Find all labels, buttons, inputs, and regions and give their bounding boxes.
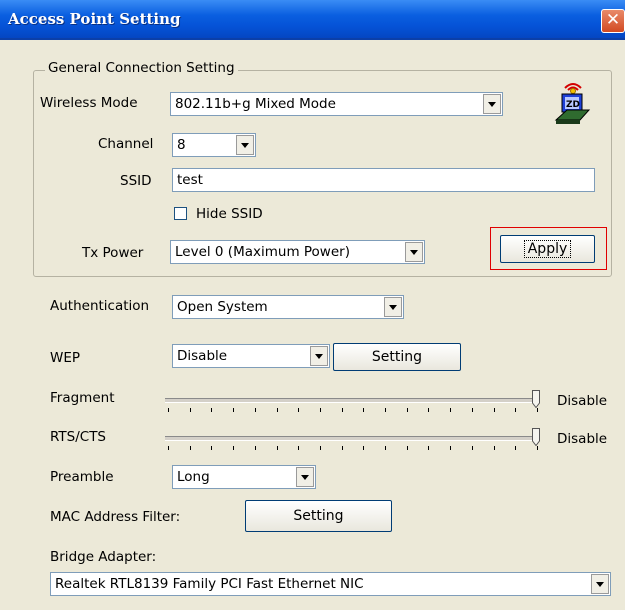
close-button[interactable]: ✕ [601, 9, 625, 33]
slider-tick [211, 408, 212, 412]
slider-tick [233, 408, 234, 412]
apply-button[interactable]: Apply [500, 235, 595, 263]
ssid-label: SSID [120, 173, 152, 189]
chevron-down-icon[interactable] [483, 94, 501, 114]
slider-tick [255, 408, 256, 412]
wireless-mode-label: Wireless Mode [40, 95, 138, 111]
chevron-down-icon[interactable] [591, 574, 609, 594]
rts-cts-label: RTS/CTS [50, 429, 107, 445]
authentication-value: Open System [177, 299, 268, 315]
tx-power-label: Tx Power [82, 245, 144, 261]
chevron-down-icon[interactable] [405, 242, 423, 262]
window-title: Access Point Setting [8, 10, 181, 28]
slider-tick [320, 446, 321, 450]
rts-cts-value-label: Disable [557, 431, 608, 447]
slider-tick [168, 408, 169, 412]
channel-label: Channel [98, 136, 154, 152]
slider-tick [168, 446, 169, 450]
ssid-value: test [177, 172, 203, 188]
slider-tick [515, 408, 516, 412]
slider-tick [320, 408, 321, 412]
tx-power-select[interactable]: Level 0 (Maximum Power) [170, 240, 425, 264]
svg-text:ZD: ZD [566, 100, 580, 110]
access-point-setting-dialog: Access Point Setting ✕ General Connectio… [0, 0, 625, 610]
rts-cts-slider-ticks [165, 446, 540, 450]
slider-tick [277, 446, 278, 450]
slider-tick [515, 446, 516, 450]
bridge-adapter-label: Bridge Adapter: [50, 549, 157, 565]
slider-tick [298, 446, 299, 450]
slider-tick [255, 446, 256, 450]
slider-tick [363, 408, 364, 412]
hide-ssid-checkbox[interactable] [174, 207, 187, 220]
hide-ssid-label: Hide SSID [196, 206, 263, 222]
rts-cts-slider-track[interactable] [165, 436, 540, 441]
wep-label: WEP [50, 350, 81, 366]
authentication-label: Authentication [50, 298, 150, 314]
tx-power-value: Level 0 (Maximum Power) [175, 244, 350, 260]
bridge-adapter-value: Realtek RTL8139 Family PCI Fast Ethernet… [55, 576, 364, 592]
apply-button-label: Apply [523, 240, 572, 258]
fragment-slider-track[interactable] [165, 398, 540, 403]
general-connection-group-label: General Connection Setting [45, 60, 238, 76]
slider-tick [537, 446, 538, 450]
fragment-value-label: Disable [557, 393, 608, 409]
wep-select[interactable]: Disable [172, 344, 330, 368]
fragment-label: Fragment [50, 390, 115, 406]
slider-tick [342, 446, 343, 450]
wireless-mode-select[interactable]: 802.11b+g Mixed Mode [170, 92, 503, 116]
title-bar: Access Point Setting ✕ [0, 0, 625, 40]
slider-tick [472, 446, 473, 450]
mac-filter-setting-button[interactable]: Setting [245, 500, 392, 532]
preamble-value: Long [177, 469, 210, 485]
slider-tick [342, 408, 343, 412]
slider-tick [385, 408, 386, 412]
wep-value: Disable [177, 348, 228, 364]
slider-tick [428, 408, 429, 412]
ssid-input[interactable]: test [172, 168, 595, 192]
slider-tick [277, 408, 278, 412]
channel-value: 8 [177, 137, 186, 153]
chevron-down-icon[interactable] [384, 297, 402, 317]
slider-tick [233, 446, 234, 450]
wireless-access-point-icon: ZD [553, 80, 593, 126]
slider-tick [494, 446, 495, 450]
slider-tick [211, 446, 212, 450]
mac-filter-label: MAC Address Filter: [50, 509, 181, 525]
slider-tick [190, 408, 191, 412]
slider-tick [407, 408, 408, 412]
authentication-select[interactable]: Open System [172, 295, 404, 319]
slider-tick [537, 408, 538, 412]
slider-tick [385, 446, 386, 450]
chevron-down-icon[interactable] [296, 467, 314, 487]
fragment-slider-thumb[interactable] [532, 390, 540, 408]
wireless-mode-value: 802.11b+g Mixed Mode [175, 96, 336, 112]
slider-tick [472, 408, 473, 412]
slider-tick [298, 408, 299, 412]
fragment-slider-ticks [165, 408, 540, 412]
preamble-select[interactable]: Long [172, 465, 316, 489]
channel-select[interactable]: 8 [172, 133, 256, 157]
slider-tick [428, 446, 429, 450]
rts-cts-slider-thumb[interactable] [532, 428, 540, 446]
slider-tick [494, 408, 495, 412]
slider-tick [190, 446, 191, 450]
slider-tick [450, 408, 451, 412]
preamble-label: Preamble [50, 469, 114, 485]
chevron-down-icon[interactable] [236, 135, 254, 155]
chevron-down-icon[interactable] [310, 346, 328, 366]
bridge-adapter-select[interactable]: Realtek RTL8139 Family PCI Fast Ethernet… [50, 572, 611, 596]
slider-tick [363, 446, 364, 450]
slider-tick [450, 446, 451, 450]
wep-setting-button[interactable]: Setting [333, 343, 461, 371]
slider-tick [407, 446, 408, 450]
